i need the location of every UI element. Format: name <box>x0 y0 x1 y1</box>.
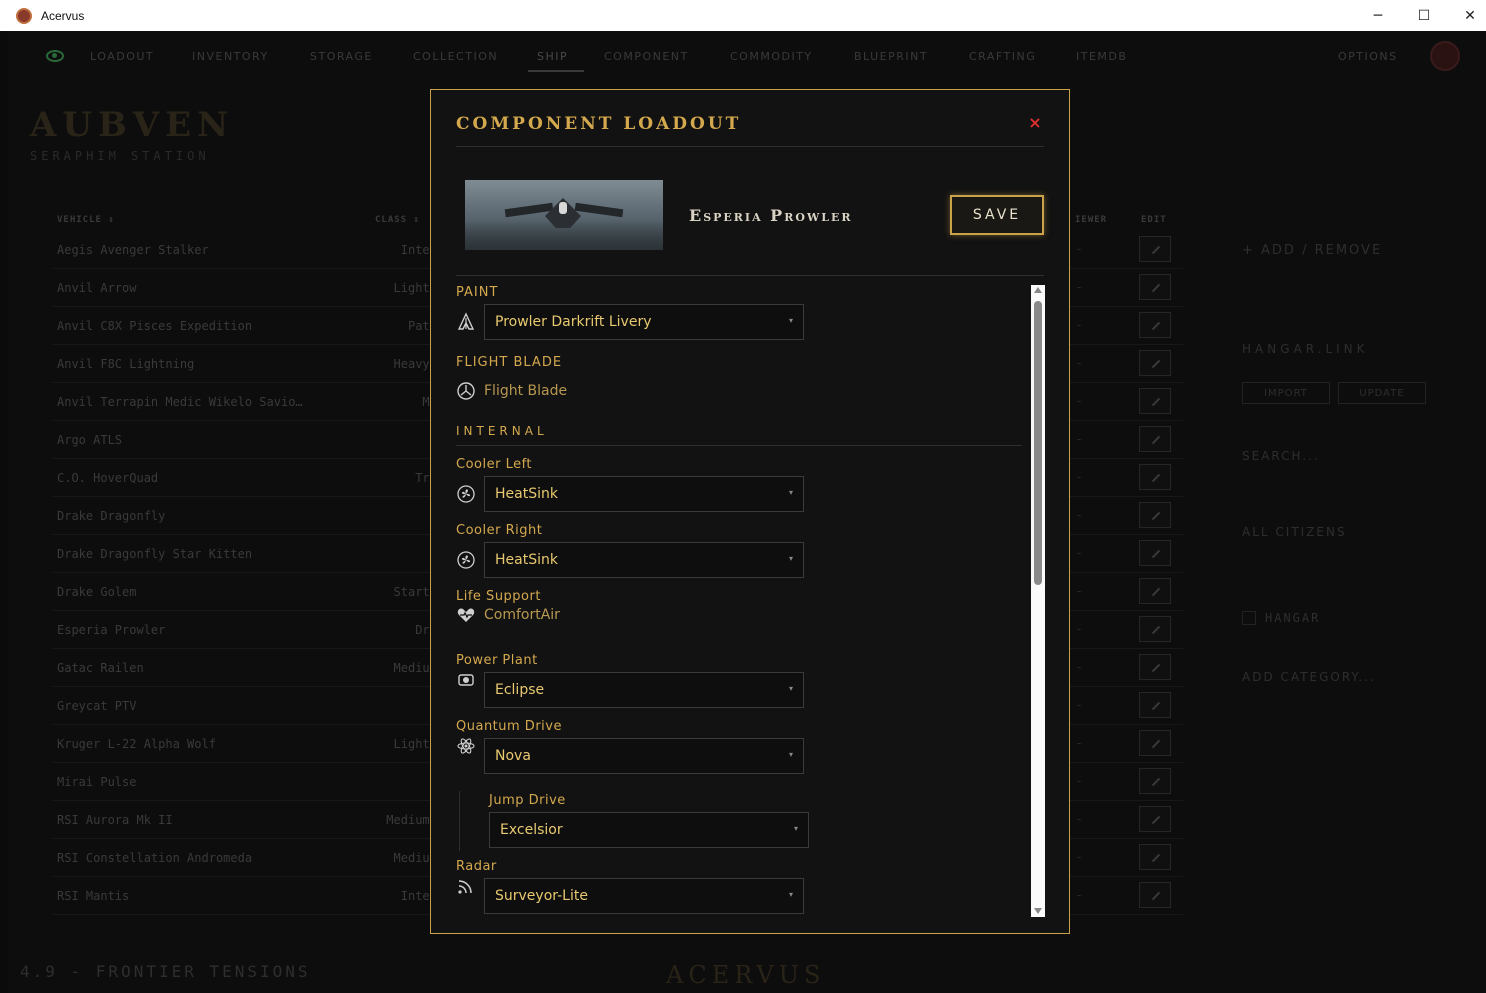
loadout-scroll-area[interactable]: PAINT Prowler Darkrift Livery ▾ FLIGHT B… <box>456 283 1046 917</box>
radar-value: Surveyor-Lite <box>495 888 588 904</box>
cooler-right-value: HeatSink <box>495 552 558 568</box>
scroll-up-icon[interactable] <box>1034 287 1042 293</box>
fan-icon <box>456 484 476 504</box>
paint-dropdown[interactable]: Prowler Darkrift Livery ▾ <box>484 304 804 340</box>
modal-close-button[interactable]: × <box>1027 115 1043 131</box>
chevron-down-icon: ▾ <box>788 684 793 693</box>
title-divider <box>456 146 1044 147</box>
flight-blade-icon <box>456 381 476 401</box>
quantum-drive-dropdown[interactable]: Nova ▾ <box>484 738 804 774</box>
chevron-down-icon: ▾ <box>788 488 793 497</box>
scroll-down-icon[interactable] <box>1034 908 1042 914</box>
modal-scrollbar[interactable] <box>1031 285 1045 917</box>
chevron-down-icon: ▾ <box>788 750 793 759</box>
power-plant-dropdown[interactable]: Eclipse ▾ <box>484 672 804 708</box>
flight-blade-value: Flight Blade <box>484 383 568 399</box>
chevron-down-icon: ▾ <box>788 890 793 899</box>
window-title: Acervus <box>41 8 85 23</box>
nested-indicator <box>459 791 460 851</box>
component-loadout-modal: COMPONENT LOADOUT × Esperia Prowler SAVE… <box>430 89 1070 934</box>
atom-icon <box>456 736 476 756</box>
quantum-drive-value: Nova <box>495 748 531 764</box>
chevron-down-icon: ▾ <box>793 824 798 833</box>
jump-drive-dropdown[interactable]: Excelsior ▾ <box>489 812 809 848</box>
maximize-button[interactable]: ☐ <box>1401 0 1447 31</box>
life-support-label: Life Support <box>456 589 541 604</box>
save-button[interactable]: SAVE <box>950 195 1044 235</box>
quantum-drive-label: Quantum Drive <box>456 719 562 734</box>
app-logo-icon <box>16 7 32 24</box>
internal-divider <box>456 445 1022 446</box>
chevron-down-icon: ▾ <box>788 554 793 563</box>
flight-blade-label: FLIGHT BLADE <box>456 355 563 370</box>
cooler-left-label: Cooler Left <box>456 457 533 472</box>
jump-drive-value: Excelsior <box>500 822 563 838</box>
close-window-button[interactable]: ✕ <box>1447 0 1486 31</box>
window-titlebar: Acervus ─ ☐ ✕ <box>0 0 1486 31</box>
cooler-right-dropdown[interactable]: HeatSink ▾ <box>484 542 804 578</box>
modal-title: COMPONENT LOADOUT <box>456 114 742 134</box>
fan-icon <box>456 550 476 570</box>
ship-name: Esperia Prowler <box>689 206 853 225</box>
radar-label: Radar <box>456 859 497 874</box>
life-support-value: ComfortAir <box>484 607 560 623</box>
power-plant-label: Power Plant <box>456 653 538 668</box>
header-divider <box>456 275 1044 276</box>
internal-label: INTERNAL <box>456 424 548 438</box>
radar-icon <box>456 876 476 896</box>
jump-drive-label: Jump Drive <box>489 793 566 808</box>
radar-dropdown[interactable]: Surveyor-Lite ▾ <box>484 878 804 914</box>
minimize-button[interactable]: ─ <box>1355 0 1401 31</box>
power-plant-icon <box>456 670 476 690</box>
power-plant-value: Eclipse <box>495 682 545 698</box>
heart-icon <box>456 605 476 625</box>
cooler-left-value: HeatSink <box>495 486 558 502</box>
chevron-down-icon: ▾ <box>788 316 793 325</box>
cooler-right-label: Cooler Right <box>456 523 543 538</box>
paint-value: Prowler Darkrift Livery <box>495 314 652 330</box>
paint-label: PAINT <box>456 285 499 300</box>
ship-thumbnail <box>465 180 663 250</box>
paint-ship-icon <box>456 312 476 332</box>
cooler-left-dropdown[interactable]: HeatSink ▾ <box>484 476 804 512</box>
scrollbar-thumb[interactable] <box>1034 301 1042 585</box>
